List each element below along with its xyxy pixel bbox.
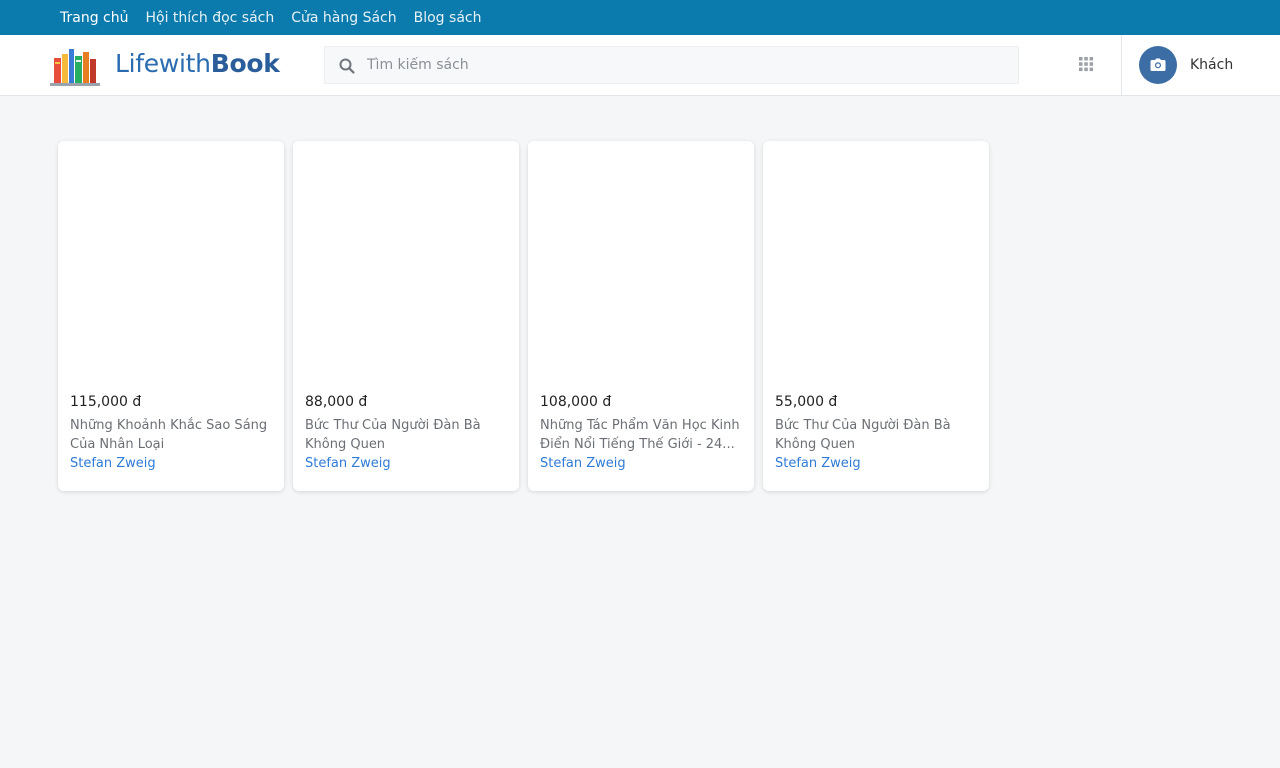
apps-grid-icon[interactable]: [1074, 52, 1098, 76]
search-box: [324, 46, 1019, 84]
book-cover[interactable]: [763, 141, 989, 381]
bookshelf-icon[interactable]: [50, 45, 100, 87]
top-nav-bar: Trang chủ Hội thích đọc sách Cửa hàng Sá…: [0, 0, 1280, 35]
product-price: 108,000 đ: [540, 394, 612, 410]
book-cover[interactable]: [58, 141, 284, 381]
product-price: 55,000 đ: [775, 394, 838, 410]
header-divider: [1121, 35, 1122, 96]
user-menu[interactable]: Khách: [1139, 46, 1233, 84]
nav-bookstore[interactable]: Cửa hàng Sách: [291, 10, 396, 26]
product-author[interactable]: Stefan Zweig: [305, 456, 391, 471]
camera-icon: [1150, 58, 1166, 71]
header: LifewithBook Khách: [0, 35, 1280, 96]
search-input[interactable]: [367, 47, 1007, 83]
search-icon[interactable]: [338, 57, 356, 75]
product-price: 88,000 đ: [305, 394, 368, 410]
product-card[interactable]: 55,000 đ Bức Thư Của Người Đàn Bà Không …: [763, 141, 989, 491]
product-author[interactable]: Stefan Zweig: [775, 456, 861, 471]
user-name: Khách: [1190, 57, 1234, 73]
brand-prefix: Lifewith: [115, 49, 211, 78]
product-author[interactable]: Stefan Zweig: [540, 456, 626, 471]
book-cover[interactable]: [528, 141, 754, 381]
product-author[interactable]: Stefan Zweig: [70, 456, 156, 471]
product-title[interactable]: Bức Thư Của Người Đàn Bà Không Quen: [305, 416, 505, 454]
product-card[interactable]: 88,000 đ Bức Thư Của Người Đàn Bà Không …: [293, 141, 519, 491]
product-title[interactable]: Những Khoảnh Khắc Sao Sáng Của Nhân Loại: [70, 416, 270, 454]
product-grid: 115,000 đ Những Khoảnh Khắc Sao Sáng Của…: [58, 141, 998, 491]
nav-blog[interactable]: Blog sách: [414, 10, 482, 26]
avatar[interactable]: [1139, 46, 1177, 84]
product-card[interactable]: 115,000 đ Những Khoảnh Khắc Sao Sáng Của…: [58, 141, 284, 491]
product-title[interactable]: Bức Thư Của Người Đàn Bà Không Quen: [775, 416, 975, 454]
brand-suffix: Book: [210, 49, 280, 78]
top-nav: Trang chủ Hội thích đọc sách Cửa hàng Sá…: [60, 0, 498, 35]
nav-reading-club[interactable]: Hội thích đọc sách: [145, 10, 274, 26]
book-cover[interactable]: [293, 141, 519, 381]
product-title[interactable]: Những Tác Phẩm Văn Học Kinh Điển Nổi Tiế…: [540, 416, 740, 454]
nav-home[interactable]: Trang chủ: [60, 10, 128, 26]
brand-name[interactable]: LifewithBook: [115, 49, 280, 78]
product-price: 115,000 đ: [70, 394, 142, 410]
product-card[interactable]: 108,000 đ Những Tác Phẩm Văn Học Kinh Đi…: [528, 141, 754, 491]
